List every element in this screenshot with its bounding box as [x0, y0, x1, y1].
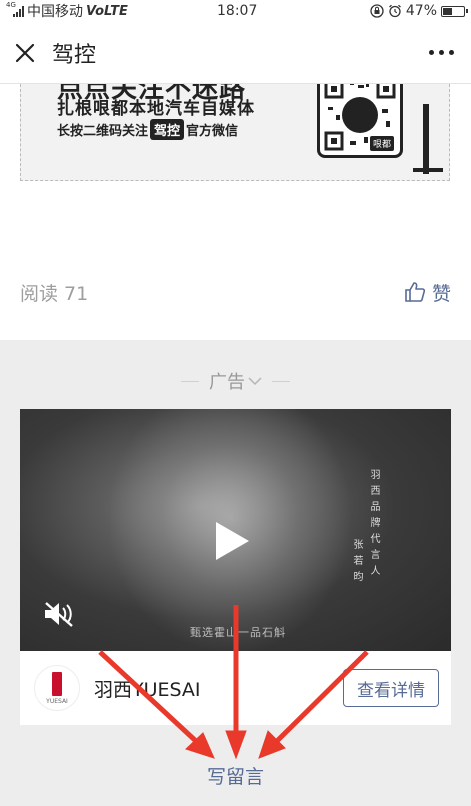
page-title: 驾控 — [52, 42, 97, 68]
banner-hint-suffix: 官方微信 — [186, 124, 239, 139]
ad-footer: YUESAI 羽西YUESAI 查看详情 — [20, 651, 451, 725]
status-left: 4G 中国移动 VoLTE — [6, 1, 128, 21]
volte-indicator: VoLTE — [86, 3, 128, 19]
divider — [272, 380, 290, 382]
alarm-icon — [388, 4, 401, 18]
article-body: 点点关注不迷路 扎根哏都本地汽车自媒体 长按二维码关注 驾控 官方微信 哏都 阅… — [0, 84, 471, 340]
read-count: 阅读 71 — [20, 282, 89, 305]
like-button[interactable]: 赞 — [404, 279, 451, 306]
ad-label: 广告 — [209, 372, 245, 393]
lock-icon — [370, 4, 384, 18]
ad-label-row: 广告 — [0, 366, 471, 396]
divider — [181, 380, 199, 382]
follow-banner-image: 点点关注不迷路 扎根哏都本地汽车自媒体 长按二维码关注 驾控 官方微信 哏都 — [20, 84, 450, 181]
signal-icon: 4G — [6, 1, 24, 17]
brand-logo[interactable]: YUESAI — [34, 665, 80, 711]
write-comment-link[interactable]: 写留言 — [0, 762, 471, 789]
battery-percent: 47% — [405, 3, 437, 19]
brand-name[interactable]: 羽西YUESAI — [94, 675, 343, 702]
status-right: 47% — [370, 3, 468, 19]
mute-icon[interactable] — [42, 599, 76, 629]
ad-card: 羽西品牌代言人 张若昀 甄选霍山一品石斛 YUESAI 羽西YUESAI 查看详… — [20, 409, 451, 725]
thumbs-up-icon — [405, 282, 426, 302]
banner-decor — [413, 168, 443, 172]
brand-logo-text: YUESAI — [46, 697, 68, 705]
qr-code[interactable]: 哏都 — [317, 84, 403, 158]
more-button[interactable] — [411, 22, 471, 84]
brand-logo-mark — [52, 671, 62, 696]
ad-video[interactable]: 羽西品牌代言人 张若昀 甄选霍山一品石斛 — [20, 409, 451, 651]
video-caption: 甄选霍山一品石斛 — [190, 626, 286, 639]
banner-hint-prefix: 长按二维码关注 — [57, 124, 149, 139]
read-stats-row: 阅读 71 赞 — [20, 274, 451, 310]
play-icon[interactable] — [216, 522, 249, 560]
qr-logo — [342, 97, 378, 133]
banner-tagline: 扎根哏都本地汽车自媒体 — [57, 99, 255, 119]
carrier-name: 中国移动 — [27, 4, 83, 20]
like-label: 赞 — [431, 282, 451, 305]
qr-tag: 哏都 — [369, 136, 394, 151]
video-vertical-text: 羽西品牌代言人 — [368, 469, 379, 581]
network-type: 4G — [6, 1, 16, 9]
status-bar: 4G 中国移动 VoLTE 18:07 47% — [0, 0, 471, 22]
more-dot — [448, 50, 454, 55]
close-button[interactable] — [0, 22, 50, 84]
video-vertical-text: 张若昀 — [351, 539, 362, 587]
banner-decor — [423, 104, 429, 174]
banner-brand-box: 驾控 — [150, 119, 185, 140]
more-dot — [428, 50, 434, 55]
ad-label-toggle[interactable]: 广告 — [209, 368, 262, 394]
more-dot — [438, 50, 444, 55]
battery-fill — [443, 7, 452, 15]
battery-icon — [441, 5, 468, 17]
status-time: 18:07 — [217, 3, 258, 19]
view-details-button[interactable]: 查看详情 — [343, 669, 439, 707]
banner-follow-hint: 长按二维码关注 驾控 官方微信 — [57, 119, 238, 140]
title-bar: 驾控 — [0, 22, 471, 84]
chevron-down-icon — [248, 377, 262, 386]
close-icon — [15, 43, 35, 62]
